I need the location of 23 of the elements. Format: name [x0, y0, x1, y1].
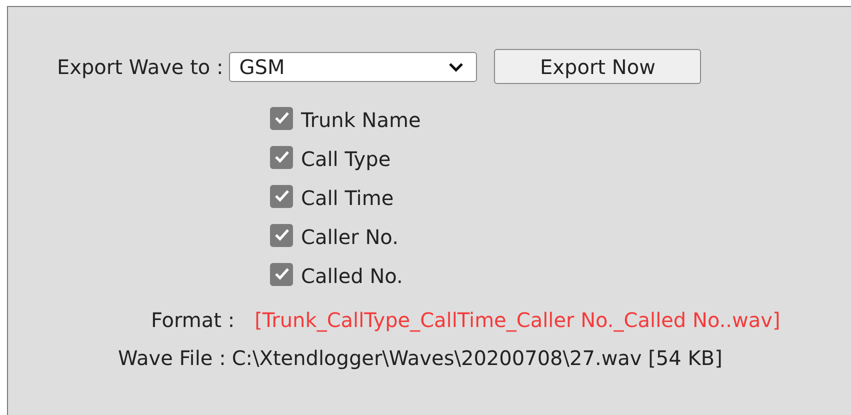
check-icon — [274, 111, 290, 125]
wave-file-label: Wave File : — [118, 346, 226, 370]
check-icon — [274, 267, 290, 281]
check-icon — [274, 228, 290, 242]
checkbox[interactable] — [270, 262, 293, 286]
checkbox[interactable] — [270, 106, 293, 130]
check-icon — [274, 189, 290, 203]
checkbox[interactable] — [270, 224, 293, 246]
checkbox[interactable] — [270, 146, 293, 168]
checkbox-label: Call Type — [301, 147, 391, 171]
chevron-icon — [448, 62, 464, 72]
checkbox-label: Call Time — [301, 186, 394, 210]
wave-file-path: C:\Xtendlogger\Waves\20200708\27.wav [54 KB] — [232, 346, 722, 370]
check-icon — [274, 150, 290, 164]
export-now-button[interactable]: Export Now — [494, 49, 702, 84]
format-pattern: [Trunk_CallType_CallTime_Caller No._Called No..wav] — [254, 308, 780, 332]
format-label: Format : — [151, 308, 235, 332]
checkbox-label: Trunk Name — [301, 108, 421, 132]
checkbox-label: Called No. — [301, 264, 403, 288]
export-label: Export Wave to : — [57, 54, 224, 78]
format-dropdown[interactable]: GSM — [229, 52, 478, 82]
checkbox[interactable] — [270, 184, 293, 208]
checkbox-label: Caller No. — [301, 225, 398, 249]
